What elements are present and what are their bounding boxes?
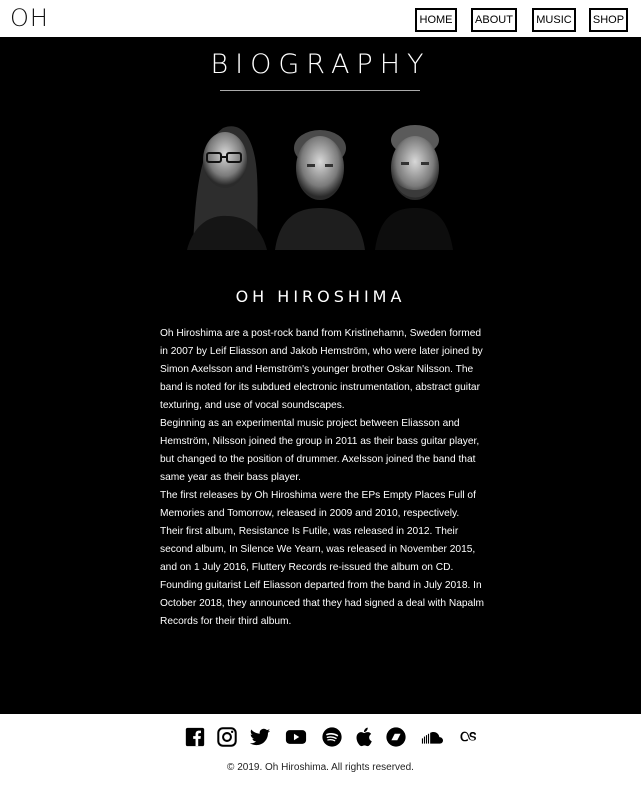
biography-text: Oh Hiroshima are a post-rock band from K… xyxy=(160,325,485,631)
nav-home-link[interactable]: HOME xyxy=(415,8,457,32)
facebook-icon[interactable] xyxy=(184,726,206,748)
bio-paragraph: Founding guitarist Leif Eliasson departe… xyxy=(160,580,484,627)
youtube-icon[interactable] xyxy=(284,726,308,748)
nav-about-link[interactable]: ABOUT xyxy=(471,8,517,32)
lastfm-icon[interactable] xyxy=(457,726,481,748)
bio-paragraph: Oh Hiroshima are a post-rock band from K… xyxy=(160,328,483,411)
spotify-icon[interactable] xyxy=(321,726,343,748)
nav-shop-link[interactable]: SHOP xyxy=(589,8,628,32)
band-name-heading: OH HIROSHIMA xyxy=(235,287,406,306)
soundcloud-icon[interactable] xyxy=(419,726,445,748)
site-footer: © 2019. Oh Hiroshima. All rights reserve… xyxy=(0,714,641,798)
top-navigation-bar: OH HOME ABOUT MUSIC SHOP xyxy=(0,0,641,37)
twitter-icon[interactable] xyxy=(249,726,271,748)
copyright-text: © 2019. Oh Hiroshima. All rights reserve… xyxy=(227,762,414,773)
bio-paragraph: The first releases by Oh Hiroshima were … xyxy=(160,490,476,519)
site-logo[interactable]: OH xyxy=(10,4,49,32)
apple-icon[interactable] xyxy=(353,726,375,748)
bio-paragraph: Beginning as an experimental music proje… xyxy=(160,418,480,483)
bio-paragraph: Their first album, Resistance Is Futile,… xyxy=(160,526,476,573)
social-icons xyxy=(0,726,641,750)
title-divider xyxy=(220,90,420,91)
instagram-icon[interactable] xyxy=(216,726,238,748)
nav-music-link[interactable]: MUSIC xyxy=(532,8,576,32)
bandcamp-icon[interactable] xyxy=(385,726,407,748)
biography-section: BIOGRAPHY OH HIROSHIMA Oh Hiroshima are … xyxy=(0,37,641,714)
band-photo xyxy=(185,120,455,250)
page-title: BIOGRAPHY xyxy=(210,49,431,80)
